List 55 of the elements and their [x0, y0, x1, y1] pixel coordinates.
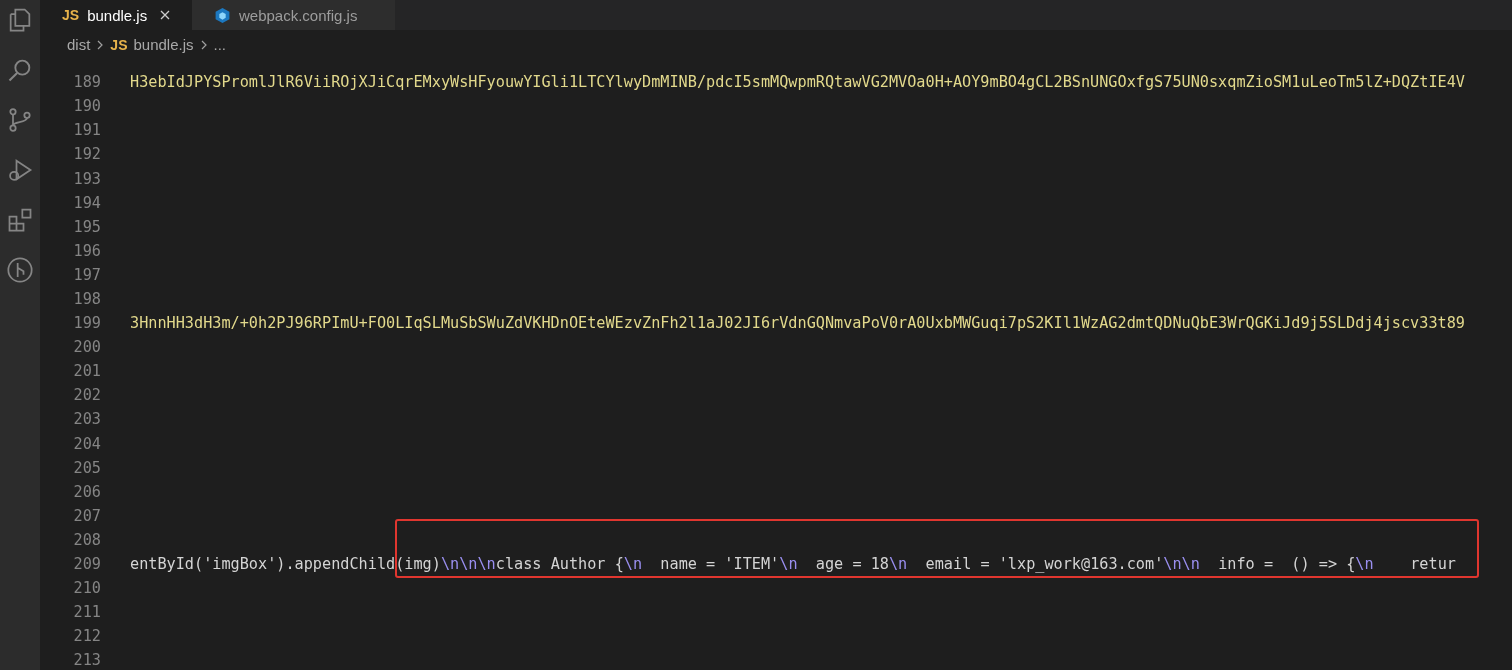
line-number: 189 — [72, 73, 101, 92]
tab-label: webpack.config.js — [239, 6, 358, 24]
file-type-label: JS — [110, 36, 128, 53]
line-number: 199 — [72, 314, 101, 333]
line-number: 209 — [72, 555, 101, 573]
line-number: 206 — [72, 482, 101, 501]
line-number: 212 — [72, 627, 101, 646]
editor-tab[interactable]: webpack.config.js — [192, 0, 395, 30]
chevron-icon — [199, 38, 208, 51]
line-number: 208 — [72, 530, 101, 549]
branch-circle-icon[interactable] — [6, 256, 34, 284]
code-text: H3ebIdJPYSPromlJlR6ViiROjXJiCqrEMxyWsHFyouwYIGli1LTCYlwyDmMINB/pdcI5smMQwpmRQtawVG2MVOa0H+AOY9mBO4gCL2BSnUNGOxfgS75UN0sxqmZioSM1uLeoTm5lZ+DQZtIE4V — [130, 73, 1465, 92]
editor-tab[interactable]: JS bundle.js — [40, 0, 192, 30]
close-icon[interactable] — [159, 9, 172, 21]
chevron-icon — [96, 38, 105, 51]
code-text: name = 'ITEM' — [659, 555, 780, 573]
line-number: 194 — [72, 193, 101, 212]
file-type-label: JS — [62, 7, 80, 23]
line-number: 198 — [72, 290, 101, 308]
breadcrumb-item[interactable]: ... — [213, 36, 227, 53]
line-number: 203 — [72, 410, 101, 429]
line-number: 204 — [72, 434, 101, 453]
source-control-icon[interactable] — [6, 106, 34, 134]
code-text: \n — [888, 555, 908, 573]
code-text: 3HnnHH3dH3m/+0h2PJ96RPImU+FO0LIqSLMuSbSWuZdVKHDnOEteWEzvZnFh2l1aJ02JI6rVdnGQNmvaPoV0rA0UxbMWGuqi7pS2KIl1WzAG2dmtQDNuQbE3WrQGKiJd9j5SLDdj4jscv33t89 — [130, 314, 1465, 333]
code-text: \n — [779, 555, 798, 573]
extensions-icon[interactable] — [6, 206, 34, 234]
line-number: 193 — [72, 169, 101, 188]
code-text: \n\n\n — [440, 555, 496, 573]
line-number: 213 — [72, 651, 101, 670]
code-text: email = 'lxp_work@163.com' — [924, 555, 1164, 573]
code-text: \n — [1355, 555, 1374, 573]
code-text: age = 18 — [814, 555, 889, 573]
line-number: 202 — [72, 386, 101, 405]
line-number: 210 — [72, 579, 101, 598]
code-text: class Author { — [495, 555, 624, 573]
code-text: \n\n — [1163, 555, 1200, 573]
breadcrumb-item[interactable]: dist — [67, 36, 91, 53]
code-text: \n — [623, 555, 643, 573]
code-text: retur — [1409, 555, 1456, 573]
breadcrumb-item[interactable]: bundle.js — [133, 36, 194, 53]
line-number: 196 — [72, 241, 101, 260]
line-number: 211 — [72, 603, 101, 622]
line-number: 197 — [72, 265, 101, 284]
line-number: 205 — [72, 458, 101, 477]
cube-icon — [214, 6, 231, 24]
line-number: 195 — [72, 217, 101, 236]
line-number: 190 — [72, 97, 101, 116]
line-number: 200 — [72, 338, 101, 357]
line-number: 191 — [72, 121, 101, 140]
line-number: 192 — [72, 145, 101, 164]
code-text: info = () => { — [1217, 555, 1356, 573]
line-number: 207 — [72, 506, 101, 525]
tab-label: bundle.js — [87, 6, 148, 24]
line-number: 201 — [72, 362, 101, 381]
